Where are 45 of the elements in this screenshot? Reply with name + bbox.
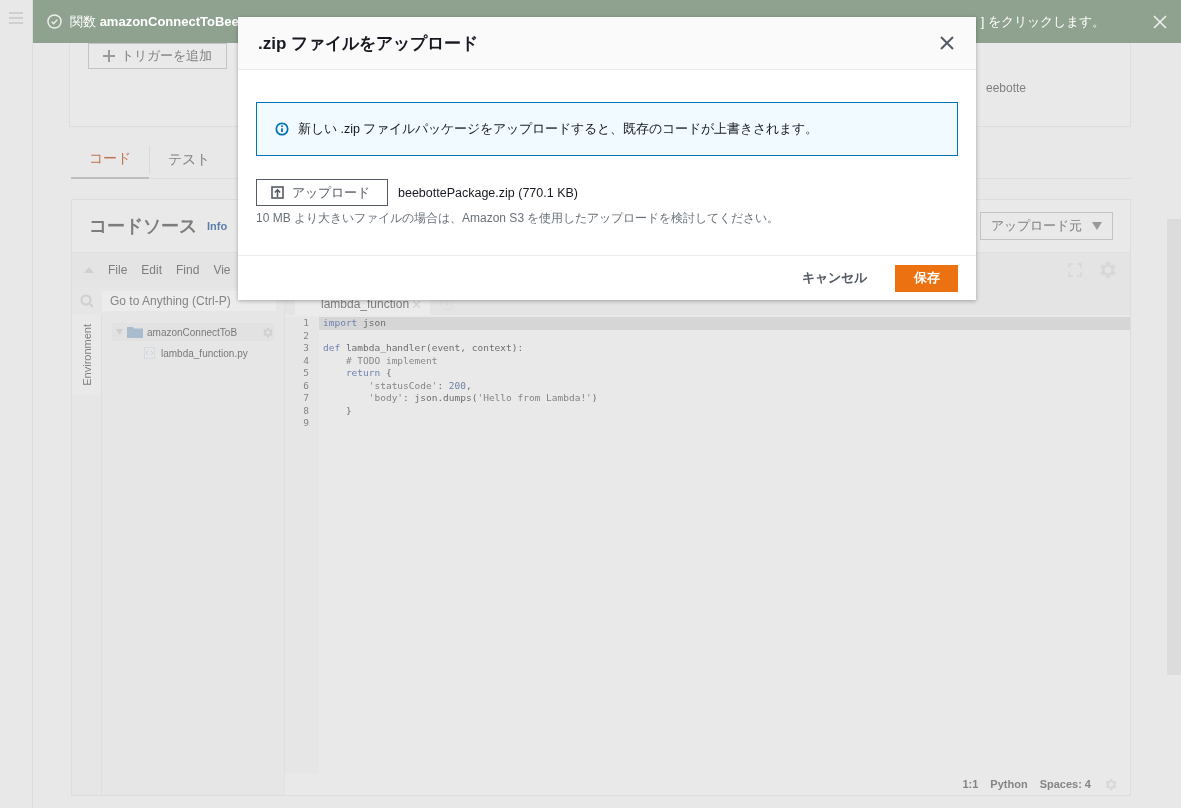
- upload-button[interactable]: アップロード: [256, 179, 388, 206]
- upload-from-button[interactable]: アップロード元: [980, 212, 1113, 240]
- upload-icon: [271, 186, 284, 199]
- code-line: import json: [322, 317, 386, 330]
- menu-icon[interactable]: [9, 12, 23, 24]
- dialog-title: .zip ファイルをアップロード: [258, 32, 479, 55]
- caret-icon: [1092, 222, 1102, 230]
- close-icon[interactable]: [413, 300, 421, 308]
- code-line: return {: [344, 367, 392, 380]
- banner-text: 関数 amazonConnectToBee: [70, 12, 239, 31]
- info-link[interactable]: Info: [207, 220, 228, 232]
- close-button[interactable]: [938, 34, 956, 52]
- add-tab-icon[interactable]: [440, 297, 455, 311]
- language-label[interactable]: Python: [990, 778, 1028, 790]
- search-icon[interactable]: [80, 294, 94, 308]
- code-line: # TODO implement: [344, 354, 438, 367]
- indent-label[interactable]: Spaces: 4: [1039, 778, 1091, 790]
- menu-item[interactable]: File: [108, 263, 128, 277]
- folder-icon: [127, 326, 143, 338]
- cursor-position: 1:1: [962, 778, 979, 790]
- tab[interactable]: コード: [71, 141, 149, 179]
- size-hint: 10 MB より大きいファイルの場合は、Amazon S3 を使用したアップロードを検討してください。: [256, 210, 781, 227]
- destination-label: eebotte: [985, 81, 1026, 97]
- panel-title: コードソース: [89, 215, 197, 238]
- plus-icon: [103, 50, 115, 62]
- check-circle-icon: [47, 14, 62, 29]
- code-file-icon: [144, 347, 155, 359]
- info-icon: [275, 122, 289, 136]
- tree-item[interactable]: amazonConnectToB: [112, 323, 274, 341]
- code-line: 'body': json.dumps('Hello from Lambda!'): [367, 392, 598, 405]
- banner-text: ] をクリックします。: [980, 12, 1105, 31]
- tab[interactable]: テスト: [149, 146, 228, 174]
- add-trigger-button[interactable]: トリガーを追加: [88, 43, 227, 69]
- save-button[interactable]: 保存: [895, 264, 958, 292]
- line-number: 1: [285, 317, 319, 330]
- alert-text: 新しい .zip ファイルパッケージをアップロードすると、既存のコードが上書きされます。: [298, 120, 819, 138]
- file-name: beebottePackage.zip (770.1 KB): [398, 185, 578, 200]
- code-line: 'statusCode': 200,: [367, 379, 472, 392]
- code-line: def lambda_handler(event, context):: [322, 342, 524, 355]
- menu-item[interactable]: Vie: [213, 263, 231, 277]
- cancel-button[interactable]: キャンセル: [792, 264, 877, 292]
- code-line: }: [344, 404, 352, 417]
- menu-item[interactable]: Find: [176, 263, 200, 277]
- tree-item[interactable]: lambda_function.py: [112, 344, 274, 362]
- menu-item[interactable]: Edit: [141, 263, 163, 277]
